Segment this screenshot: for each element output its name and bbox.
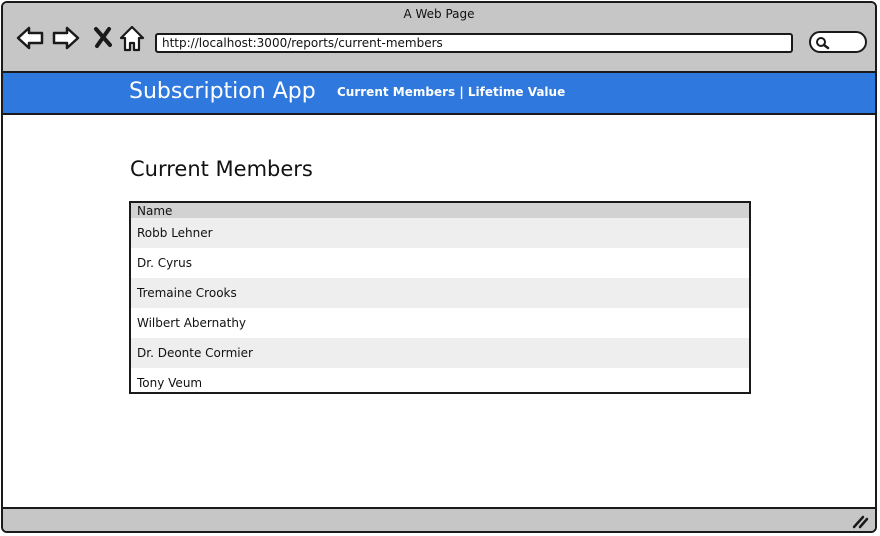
- table-row[interactable]: Tony Veum: [131, 368, 749, 392]
- close-x-icon[interactable]: [89, 23, 119, 53]
- search-box[interactable]: [809, 31, 867, 53]
- nav-lifetime-value[interactable]: Lifetime Value: [468, 85, 565, 99]
- forward-arrow-icon[interactable]: [51, 23, 81, 53]
- table-row[interactable]: Wilbert Abernathy: [131, 308, 749, 338]
- table-row[interactable]: Robb Lehner: [131, 218, 749, 248]
- app-nav: Current Members | Lifetime Value: [337, 85, 565, 99]
- members-table: Name Robb Lehner Dr. Cyrus Tremaine Croo…: [129, 201, 751, 394]
- page-title: Current Members: [130, 157, 313, 181]
- nav-current-members[interactable]: Current Members: [337, 85, 455, 99]
- browser-chrome: A Web Page http://localhost:3000/reports…: [3, 3, 875, 73]
- window-title: A Web Page: [403, 7, 475, 21]
- status-bar: [3, 507, 875, 531]
- browser-window: A Web Page http://localhost:3000/reports…: [1, 1, 877, 533]
- app-title[interactable]: Subscription App: [129, 79, 316, 104]
- back-arrow-icon[interactable]: [15, 23, 45, 53]
- app-header: Subscription App Current Members | Lifet…: [3, 73, 875, 115]
- search-icon: [816, 37, 830, 50]
- home-icon[interactable]: [117, 23, 147, 53]
- column-header-name[interactable]: Name: [131, 203, 749, 218]
- table-row[interactable]: Dr. Cyrus: [131, 248, 749, 278]
- resize-grip-icon[interactable]: [851, 513, 869, 529]
- table-row[interactable]: Dr. Deonte Cormier: [131, 338, 749, 368]
- table-row[interactable]: Tremaine Crooks: [131, 278, 749, 308]
- nav-separator: |: [455, 85, 468, 99]
- url-bar[interactable]: http://localhost:3000/reports/current-me…: [155, 33, 793, 53]
